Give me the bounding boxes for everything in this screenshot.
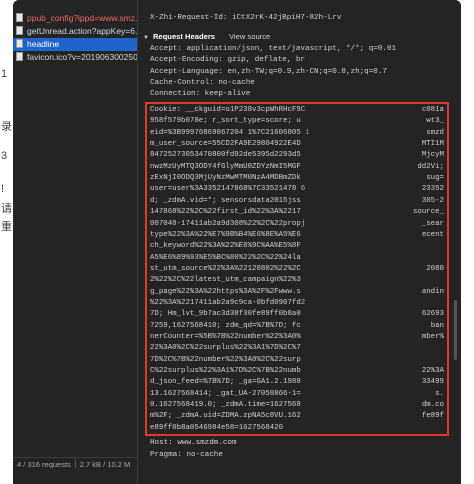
cookie-line: 84725273053470800fd92de5395d2293d5 — [150, 151, 301, 160]
cookie-line-tail: smzd — [426, 128, 444, 137]
request-item-ppub-config[interactable]: ppub_config?ippd=www.smz... — [13, 12, 137, 25]
cookie-line: 7259,1627568410; zdm_qd=%7B%7D; fc — [150, 321, 301, 330]
cookie-line-tail: 305-2 — [421, 196, 444, 205]
header-line: Accept-Encoding: gzip, deflate, br — [150, 56, 305, 65]
request-item-favicon[interactable]: favicon.ico?v=201906300250 — [13, 51, 137, 64]
cookie-line: type%22%3A%22%E7%9B%B4%E6%8E%A5%E6 — [150, 230, 301, 239]
request-item-get-unread[interactable]: getUnread.action?appKey=6... — [13, 25, 137, 38]
cookie-line-tail: sug= — [426, 174, 444, 183]
cookie-line-tail: wt3_ — [426, 117, 444, 126]
transferred-size: 2.7 kB / 10.2 M — [79, 460, 131, 469]
cookie-line-tail: 62693 — [421, 310, 444, 319]
cookie-line-tail: s. — [435, 389, 444, 398]
cookie-line: 13.1627568414; _gat_UA-27058866-1= — [150, 389, 301, 398]
header-line: Cache-Control: no-cache — [150, 78, 255, 87]
cookie-highlight-box: Cookie: __ckguid=o1P238v3cpWhRHcF9C 958f5… — [145, 102, 449, 436]
cookie-line-tail: MTI1M — [421, 140, 444, 149]
request-name: headline — [27, 39, 60, 49]
cookie-line: user=user%3A3352147868%7C33521478 6 — [150, 185, 306, 194]
section-title: Request Headers — [152, 32, 215, 41]
cookie-line: Cookie: __ckguid=o1P238v3cpWhRHcF9C — [150, 106, 306, 114]
cookie-line: ch_keyword%22%3A%22%E6%9C%AA%E5%8F — [150, 242, 301, 251]
cookie-line: 958f579b078e; r_sort_type=score; u — [150, 117, 301, 126]
cookie-line: nwzMzUyMTQ3ODY4fGlyMmU0ZDYzNmI5MGF — [150, 162, 301, 171]
request-name: ppub_config?ippd=www.smz... — [27, 13, 137, 23]
cookie-line-tail: MjcyM — [421, 151, 444, 160]
cookie-line-tail: 23352 — [421, 185, 444, 194]
cookie-line: 7D; Hm_lvt_9b7ac3d38f30fe89ff0b8a0 — [150, 310, 301, 319]
cookie-line-tail: ban — [430, 321, 444, 330]
cookie-line: 147868%22%2C%22first_id%22%3A%2217 — [150, 208, 301, 217]
cookie-line-tail: _sear — [421, 219, 444, 228]
scrollbar-thumb[interactable] — [454, 300, 457, 360]
cookie-line: m_user_source=55CD2FA9E29804922E4D — [150, 140, 301, 149]
edge-char: 请 — [1, 203, 12, 215]
header-line: Host: www.smzdm.com — [150, 439, 237, 447]
cookie-line: eid=%3B99976869067204 1%7C21606805 1 — [150, 128, 310, 137]
header-line: Connection: keep-alive — [150, 90, 251, 99]
redaction-mask — [299, 106, 409, 434]
header-line: Accept: application/json, text/javascrip… — [150, 45, 397, 53]
cookie-line: A5%E6%89%93%E5%BC%80%22%2C%22%24la — [150, 253, 301, 262]
edge-char: 1 — [1, 68, 8, 80]
cookie-line: e89ff0b8a0546984e58=1627568420 — [150, 423, 284, 432]
cookie-line-tail: 22%3A — [421, 367, 444, 376]
cookie-line-tail: ecent — [421, 230, 444, 239]
cookie-line: st_utm_source%22%3A%22120802%22%2C — [150, 264, 301, 273]
header-line: Accept-Language: en,zh-TW;q=0.9,zh-CN;q=… — [150, 67, 387, 76]
request-item-headline[interactable]: headline — [13, 38, 137, 51]
cookie-line: d; _zdmA.vid=*; sensorsdata2015jss — [150, 196, 301, 205]
file-icon — [16, 52, 23, 61]
cookie-line-tail: 2080 — [426, 264, 444, 273]
request-headers-section[interactable]: ▼ Request Headers View source — [143, 31, 270, 42]
file-icon — [16, 39, 23, 48]
network-status-bar: 4 / 316 requests 2.7 kB / 10.2 M — [13, 457, 137, 470]
cookie-line: g_page%22%3A%22https%3A%2F%2Fwww.s — [150, 287, 301, 296]
edge-char: 录 — [1, 121, 12, 133]
cookie-line: C%22surplus%22%3A1%7D%2C%7B%22numb — [150, 367, 301, 376]
request-count: 4 / 316 requests — [17, 460, 71, 469]
request-name: getUnread.action?appKey=6... — [27, 26, 137, 36]
request-list: ppub_config?ippd=www.smz... getUnread.ac… — [13, 0, 138, 484]
request-headers-panel: X-Zhi-Request-Id: iCtX2rK-42jBpiH7-82h-L… — [138, 0, 461, 484]
cookie-line-tail: dm.co — [421, 401, 444, 410]
cookie-line-tail: mber% — [421, 333, 444, 341]
divider — [74, 459, 76, 468]
cookie-line-tail: andin — [421, 287, 444, 296]
cookie-line: d_json_feed=%7B%7D; _ga=GA1.2.1988 — [150, 378, 301, 387]
cookie-line: 7D%2C%7B%22number%22%3A0%2C%22surp — [150, 355, 301, 364]
request-name: favicon.ico?v=201906300250 — [27, 52, 137, 62]
cookie-line: 0.1627568419.0; _zdmA.time=1627568 — [150, 401, 301, 410]
file-icon — [16, 13, 23, 22]
cookie-line: m%2F; _zdmA.uid=ZDMA.zpNA5c8VU.162 — [150, 412, 301, 421]
cookie-line: nerCounter=%5B%7B%22number%22%3A0% — [150, 333, 301, 341]
edge-char: 3 — [1, 150, 8, 162]
cookie-line: %22%3A%2217411ab2a9c9ca-0bfd0907fd2 — [150, 298, 306, 307]
edge-char: 重 — [1, 221, 12, 233]
cookie-line-tail: dd2Vi; — [417, 162, 444, 171]
edge-char: ! — [1, 183, 5, 195]
cookie-line: zExNjI0ODQ3MjUyNzMwMTM0NzA4MDBmZDk — [150, 174, 301, 183]
background-page-edge: 1 录 3 ! 请 重 — [0, 0, 13, 484]
header-line: Pragma: no-cache — [150, 450, 223, 459]
devtools-network-window: ppub_config?ippd=www.smz... getUnread.ac… — [13, 0, 461, 484]
background-page-edge-right — [461, 0, 474, 484]
cookie-line: 007040-17411ab2a9d308%22%2C%22propj — [150, 219, 306, 228]
collapse-triangle-icon[interactable]: ▼ — [143, 35, 149, 41]
cookie-line-tail: c081a — [421, 106, 444, 114]
cookie-line: 2%22%2C%22latest_utm_campaign%22%3 — [150, 276, 301, 285]
cookie-line-tail: source_ — [412, 208, 444, 217]
cookie-line-tail: fe89f — [421, 412, 444, 421]
request-id-header: X-Zhi-Request-Id: iCtX2rK-42jBpiH7-82h-L… — [150, 14, 342, 22]
cookie-line-tail: 33499 — [421, 378, 444, 387]
cookie-line: 22%3A0%2C%22surplus%22%3A1%7D%2C%7 — [150, 344, 301, 353]
view-source-link[interactable]: View source — [229, 32, 270, 41]
file-icon — [16, 26, 23, 35]
